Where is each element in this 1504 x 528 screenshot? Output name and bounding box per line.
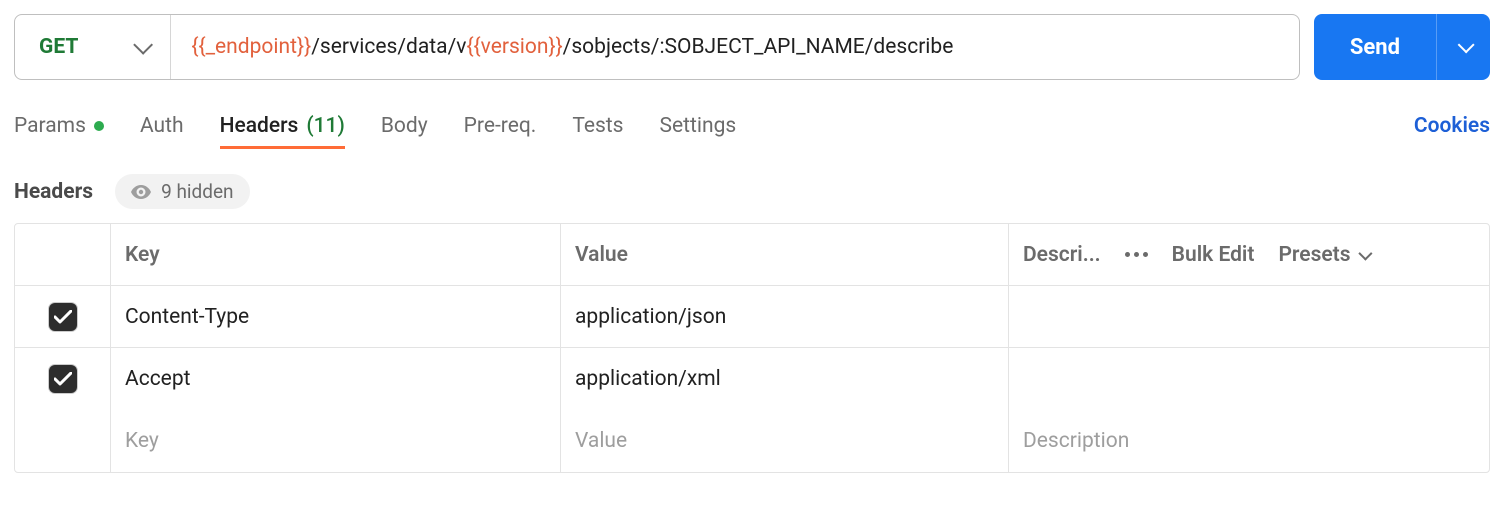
headers-title: Headers [14, 180, 93, 204]
send-more-button[interactable] [1436, 14, 1490, 80]
url-variable: {{_endpoint}} [191, 35, 311, 59]
row-checkbox[interactable] [49, 303, 77, 331]
send-button-label: Send [1350, 35, 1400, 60]
eye-icon [131, 185, 151, 199]
tab-prerequest[interactable]: Pre-req. [464, 114, 537, 148]
column-description-label: Descri... [1023, 243, 1101, 267]
column-value: Value [561, 224, 1009, 285]
headers-empty-row: Key Value Description [15, 410, 1489, 472]
hidden-headers-label: 9 hidden [161, 180, 233, 203]
key-input[interactable]: Accept [111, 348, 561, 410]
column-description-tools: Descri... Bulk Edit Presets [1009, 224, 1489, 285]
tab-params[interactable]: Params [14, 114, 104, 148]
url-group: GET {{_endpoint}}/services/data/v{{versi… [14, 14, 1300, 80]
value-input[interactable]: Value [561, 410, 1009, 472]
tab-settings[interactable]: Settings [660, 114, 737, 148]
row-checkbox-cell [15, 348, 111, 410]
chevron-down-icon [134, 35, 154, 55]
send-button-group: Send [1314, 14, 1490, 80]
tab-label: Params [14, 114, 86, 138]
presets-button[interactable]: Presets [1278, 243, 1368, 267]
description-input[interactable] [1009, 286, 1489, 347]
tab-body[interactable]: Body [381, 114, 428, 148]
url-segment: /sobjects/:SOBJECT_API_NAME/describe [563, 35, 954, 59]
headers-section-header: Headers 9 hidden [14, 174, 1490, 209]
chevron-down-icon [1457, 36, 1474, 53]
description-input[interactable]: Description [1009, 410, 1489, 472]
tab-label: Auth [140, 114, 184, 138]
more-options-button[interactable] [1125, 252, 1148, 257]
headers-table-row: Content-Typeapplication/json [15, 286, 1489, 348]
send-button[interactable]: Send [1314, 14, 1436, 80]
http-method-label: GET [39, 35, 78, 59]
request-tabs: Params Auth Headers (11) Body Pre-req. T… [14, 114, 1490, 148]
description-input[interactable] [1009, 348, 1489, 410]
tab-label: Pre-req. [464, 114, 537, 138]
hidden-headers-toggle[interactable]: 9 hidden [115, 174, 249, 209]
http-method-select[interactable]: GET [15, 15, 171, 79]
tab-headers[interactable]: Headers (11) [220, 114, 345, 148]
url-segment: /services/data/v [311, 35, 466, 59]
headers-table-row: Acceptapplication/xml [15, 348, 1489, 410]
headers-table: Key Value Descri... Bulk Edit Presets Co… [14, 223, 1490, 473]
dot-indicator-icon [94, 121, 104, 131]
row-checkbox[interactable] [49, 365, 77, 393]
tab-tests[interactable]: Tests [572, 114, 623, 148]
request-bar: GET {{_endpoint}}/services/data/v{{versi… [14, 14, 1490, 80]
headers-table-head: Key Value Descri... Bulk Edit Presets [15, 224, 1489, 286]
column-checkbox [15, 224, 111, 285]
value-input[interactable]: application/xml [561, 348, 1009, 410]
chevron-down-icon [1358, 246, 1372, 260]
row-checkbox-empty [15, 410, 111, 472]
key-input[interactable]: Content-Type [111, 286, 561, 347]
tab-label: Settings [660, 114, 737, 138]
presets-label: Presets [1278, 243, 1350, 267]
cookies-label: Cookies [1414, 114, 1490, 138]
tab-label: Headers [220, 114, 299, 138]
url-input[interactable]: {{_endpoint}}/services/data/v{{version}}… [171, 15, 1298, 79]
tab-label: Body [381, 114, 428, 138]
value-input[interactable]: application/json [561, 286, 1009, 347]
column-key: Key [111, 224, 561, 285]
key-input[interactable]: Key [111, 410, 561, 472]
row-checkbox-cell [15, 286, 111, 347]
cookies-link[interactable]: Cookies [1414, 114, 1490, 148]
bulk-edit-button[interactable]: Bulk Edit [1172, 243, 1255, 267]
url-variable: {{version}} [466, 35, 562, 59]
tab-auth[interactable]: Auth [140, 114, 184, 148]
tab-count: (11) [306, 114, 344, 138]
tab-label: Tests [572, 114, 623, 138]
